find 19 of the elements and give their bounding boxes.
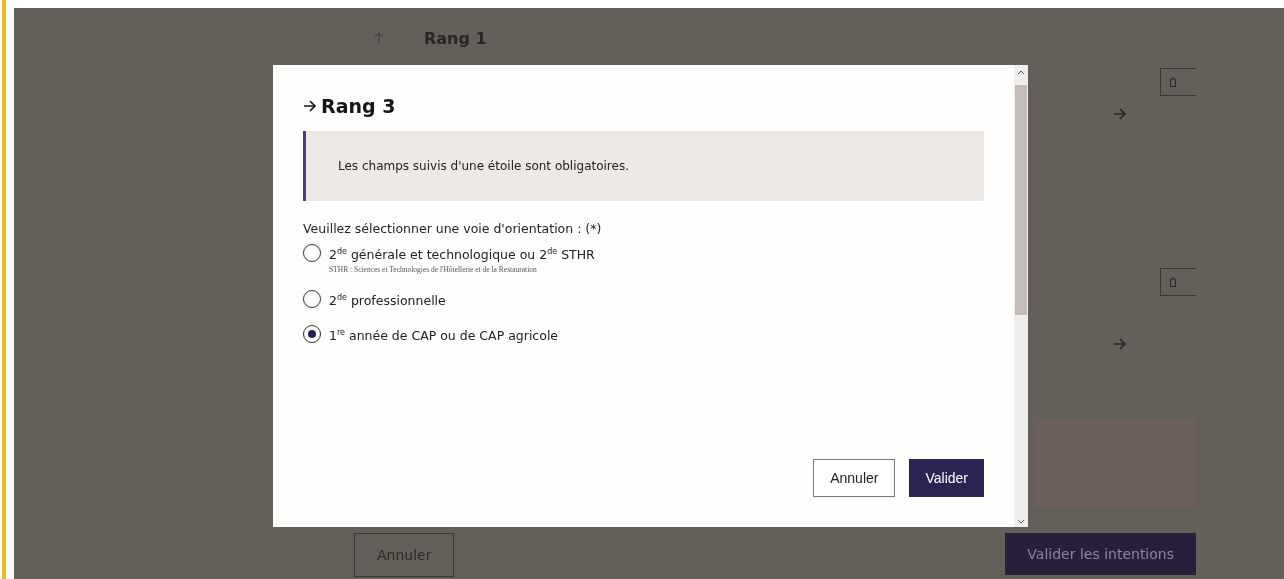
scrollbar[interactable] [1014, 65, 1028, 527]
up-caret-icon [1017, 69, 1025, 75]
cancel-button[interactable]: Annuler [813, 459, 896, 497]
dialog-title: Rang 3 [321, 95, 396, 117]
trash-icon [1169, 277, 1177, 287]
down-caret-icon [1017, 519, 1025, 525]
option-label: 2$^{de}$ générale et technologique ou 2$^{de}$ STHR [329, 247, 595, 263]
option-label: 1$^{re}$ année de CAP ou de CAP agricole [329, 328, 559, 344]
rank-title: Rang 1 [424, 28, 487, 48]
trash-icon [1169, 77, 1177, 87]
right-arrow-icon [1113, 108, 1127, 120]
question-label: Veuillez sélectionner une voie d'orientation : (*) [303, 221, 603, 236]
up-arrow-icon [374, 32, 384, 44]
submit-button[interactable]: Valider les intentions [1005, 533, 1196, 575]
right-arrow-icon [303, 100, 317, 112]
right-arrow-icon [1113, 338, 1127, 350]
option-label: 2$^{de}$ professionnelle [329, 293, 446, 309]
notice-banner: Les champs suivis d'une étoile sont obligatoires. [303, 131, 984, 201]
validate-button[interactable]: Valider [909, 459, 984, 497]
